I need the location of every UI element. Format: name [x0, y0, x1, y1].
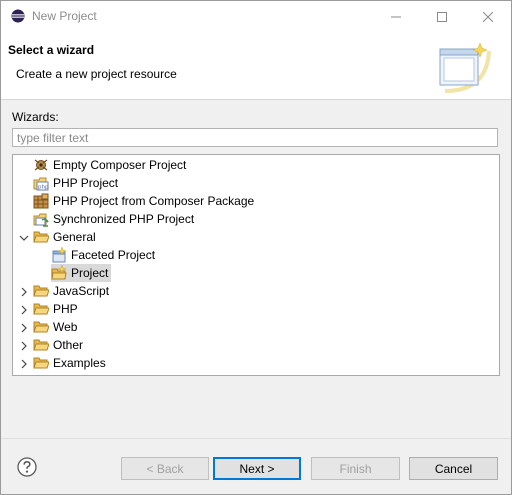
tree-item-label: Project: [71, 266, 109, 280]
filter-input[interactable]: [12, 128, 498, 147]
faceted-project-icon: [52, 247, 67, 263]
folder-icon: [33, 321, 49, 333]
chevron-right-icon[interactable]: [19, 359, 29, 369]
tree-item-examples[interactable]: Examples: [33, 354, 106, 372]
tree-item-label: Web: [53, 320, 78, 334]
eclipse-icon: [11, 9, 25, 23]
wizard-page-title: Select a wizard: [8, 43, 95, 57]
tree-item-php-project-from-composer-package[interactable]: PHP Project from Composer Package: [33, 192, 254, 210]
composer-icon: [34, 159, 48, 171]
tree-item-javascript[interactable]: JavaScript: [33, 282, 109, 300]
tree-item-php[interactable]: PHP: [33, 300, 78, 318]
folder-icon: [33, 285, 49, 297]
tree-item-project[interactable]: Project: [51, 264, 112, 282]
sync-project-icon: [33, 213, 49, 227]
minimize-icon: [391, 16, 401, 17]
back-button[interactable]: < Back: [121, 457, 209, 480]
new-project-wizard-banner-icon: [439, 42, 491, 93]
close-button[interactable]: [465, 1, 511, 32]
tree-item-php-project[interactable]: php PHP Project: [33, 174, 118, 192]
svg-text:php: php: [38, 184, 49, 190]
folder-icon: [33, 357, 49, 369]
folder-icon: [33, 339, 49, 351]
tree-item-label: Faceted Project: [71, 248, 156, 262]
folder-icon: [33, 303, 49, 315]
title-bar[interactable]: New Project: [1, 1, 511, 32]
tree-item-empty-composer-project[interactable]: Empty Composer Project: [33, 156, 186, 174]
new-project-dialog: New Project Select a wizard Create a new…: [0, 0, 512, 495]
composer-package-icon: [33, 193, 49, 209]
tree-item-label: General: [53, 230, 96, 244]
wizard-body: Wizards: Empty Composer Project php PHP …: [1, 100, 511, 438]
tree-item-label: Synchronized PHP Project: [53, 212, 195, 226]
help-icon[interactable]: [17, 457, 37, 477]
project-icon: [51, 265, 67, 280]
tree-item-label: Examples: [53, 356, 106, 370]
wizards-label: Wizards:: [12, 110, 59, 124]
cancel-button[interactable]: Cancel: [409, 457, 498, 480]
next-button[interactable]: Next >: [213, 457, 301, 480]
tree-item-label: PHP Project: [53, 176, 119, 190]
tree-item-label: PHP Project from Composer Package: [53, 194, 255, 208]
tree-item-general[interactable]: General: [33, 228, 96, 246]
php-project-icon: php: [33, 177, 49, 191]
wizard-page-description: Create a new project resource: [16, 67, 177, 81]
tree-item-label: JavaScript: [53, 284, 110, 298]
chevron-right-icon[interactable]: [19, 305, 29, 315]
tree-item-label: PHP: [53, 302, 78, 316]
tree-item-label: Empty Composer Project: [53, 158, 187, 172]
chevron-right-icon[interactable]: [19, 341, 29, 351]
wizard-header: Select a wizard Create a new project res…: [1, 32, 511, 100]
tree-item-synchronized-php-project[interactable]: Synchronized PHP Project: [33, 210, 194, 228]
maximize-button[interactable]: [419, 1, 465, 32]
tree-item-faceted-project[interactable]: Faceted Project: [51, 246, 155, 264]
maximize-icon: [437, 11, 447, 22]
minimize-button[interactable]: [373, 1, 419, 32]
wizard-tree[interactable]: Empty Composer Project php PHP Project P…: [12, 154, 500, 376]
tree-item-label: Other: [53, 338, 84, 352]
chevron-down-icon[interactable]: [19, 233, 29, 243]
tree-item-other[interactable]: Other: [33, 336, 83, 354]
finish-button[interactable]: Finish: [311, 457, 400, 480]
close-icon: [483, 11, 493, 22]
window-title: New Project: [32, 9, 97, 23]
folder-open-icon: [33, 231, 49, 243]
chevron-right-icon[interactable]: [19, 287, 29, 297]
button-bar: < Back Next > Finish Cancel: [1, 438, 511, 494]
chevron-right-icon[interactable]: [19, 323, 29, 333]
tree-item-web[interactable]: Web: [33, 318, 77, 336]
